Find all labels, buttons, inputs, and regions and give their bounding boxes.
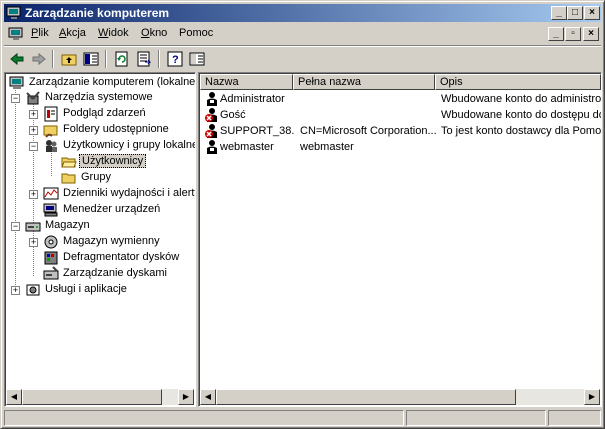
services-icon bbox=[26, 284, 40, 296]
export-list-icon bbox=[137, 51, 152, 67]
scroll-thumb[interactable] bbox=[22, 389, 162, 405]
collapse-local-users-button[interactable]: − bbox=[29, 142, 38, 151]
disabled-user-icon bbox=[205, 124, 217, 138]
tree-connector bbox=[33, 103, 34, 223]
export-list-button[interactable] bbox=[134, 50, 154, 68]
column-header-description[interactable]: Opis bbox=[435, 74, 601, 90]
status-bar bbox=[4, 410, 601, 427]
back-button[interactable] bbox=[7, 50, 27, 68]
help-button[interactable]: ? bbox=[165, 50, 185, 68]
disk-management-icon bbox=[43, 266, 59, 280]
window-title: Zarządzanie komputerem bbox=[25, 6, 170, 20]
removable-storage-icon bbox=[44, 235, 58, 249]
expand-shared-folders-button[interactable]: + bbox=[29, 126, 38, 135]
svg-text:?: ? bbox=[172, 54, 179, 66]
folder-icon bbox=[61, 173, 76, 184]
mdi-restore-button[interactable]: ▫ bbox=[565, 27, 581, 41]
expand-removable-storage-button[interactable]: + bbox=[29, 238, 38, 247]
show-tree-button[interactable] bbox=[81, 50, 101, 68]
up-folder-icon bbox=[61, 54, 77, 66]
open-folder-icon bbox=[61, 157, 77, 168]
main-window: Zarządzanie komputerem _ □ × Plik Akcja … bbox=[0, 0, 605, 429]
menu-window[interactable]: Okno bbox=[141, 27, 167, 39]
status-panel-secondary bbox=[406, 410, 546, 426]
performance-icon bbox=[43, 187, 59, 200]
title-bar[interactable]: Zarządzanie komputerem _ □ × bbox=[4, 4, 601, 22]
toolbar-separator bbox=[105, 50, 107, 68]
menu-action[interactable]: Akcja bbox=[59, 27, 86, 39]
column-header-name[interactable]: Nazwa bbox=[200, 74, 293, 90]
device-manager-icon bbox=[43, 203, 58, 217]
computer-management-icon bbox=[9, 76, 24, 89]
minimize-button[interactable]: _ bbox=[551, 6, 567, 20]
tree-horizontal-scrollbar[interactable]: ◀ ▶ bbox=[6, 389, 194, 405]
defragmenter-icon bbox=[44, 251, 58, 265]
menu-bar: Plik Akcja Widok Okno Pomoc bbox=[4, 24, 601, 43]
menu-file[interactable]: Plik bbox=[31, 27, 49, 39]
scroll-right-button[interactable]: ▶ bbox=[178, 389, 194, 405]
expand-services-apps-button[interactable]: + bbox=[11, 286, 20, 295]
list-row-support[interactable]: SUPPORT_38... CN=Microsoft Corporation..… bbox=[200, 123, 601, 139]
user-icon bbox=[207, 92, 217, 106]
expand-event-viewer-button[interactable]: + bbox=[29, 110, 38, 119]
users-groups-icon bbox=[46, 140, 57, 152]
up-folder-button[interactable] bbox=[59, 50, 79, 68]
properties-icon bbox=[189, 52, 205, 66]
mdi-minimize-button[interactable]: _ bbox=[548, 27, 564, 41]
mmc-menu-icon[interactable] bbox=[8, 26, 24, 42]
tools-icon bbox=[26, 91, 40, 105]
console-tree[interactable]: Zarządzanie komputerem (lokalne) − Narzę… bbox=[4, 72, 196, 407]
computer-management-icon bbox=[6, 6, 21, 19]
expand-perf-logs-button[interactable]: + bbox=[29, 190, 38, 199]
collapse-storage-button[interactable]: − bbox=[11, 222, 20, 231]
close-button[interactable]: × bbox=[584, 6, 600, 20]
status-panel-tertiary bbox=[548, 410, 601, 426]
refresh-button[interactable] bbox=[112, 50, 132, 68]
show-tree-icon bbox=[83, 52, 99, 66]
shared-folder-icon bbox=[43, 125, 58, 138]
status-panel-main bbox=[4, 410, 404, 426]
storage-icon bbox=[25, 222, 41, 232]
maximize-button[interactable]: □ bbox=[567, 6, 583, 20]
tree-connector bbox=[15, 87, 16, 287]
event-viewer-icon bbox=[44, 106, 58, 122]
toolbar-separator bbox=[52, 50, 54, 68]
list-row-guest[interactable]: Gość Wbudowane konto do dostępu do k bbox=[200, 107, 601, 123]
details-list[interactable]: Nazwa Pełna nazwa Opis Administrator Wbu… bbox=[198, 72, 602, 407]
disabled-user-icon bbox=[205, 108, 217, 122]
list-horizontal-scrollbar[interactable]: ◀ ▶ bbox=[200, 389, 600, 405]
forward-icon bbox=[32, 52, 46, 66]
forward-button[interactable] bbox=[29, 50, 49, 68]
toolbar-separator bbox=[158, 50, 160, 68]
column-header-full-name[interactable]: Pełna nazwa bbox=[293, 74, 435, 90]
collapse-system-tools-button[interactable]: − bbox=[11, 94, 20, 103]
menu-help[interactable]: Pomoc bbox=[179, 27, 213, 39]
help-icon: ? bbox=[167, 51, 183, 67]
scroll-right-button[interactable]: ▶ bbox=[584, 389, 600, 405]
scroll-left-button[interactable]: ◀ bbox=[200, 389, 216, 405]
back-icon bbox=[10, 52, 24, 66]
scroll-thumb[interactable] bbox=[216, 389, 516, 405]
toolbar: ? bbox=[4, 45, 601, 71]
refresh-icon bbox=[115, 51, 128, 67]
tree-connector bbox=[51, 151, 52, 176]
list-row-webmaster[interactable]: webmaster webmaster bbox=[200, 139, 601, 155]
scroll-left-button[interactable]: ◀ bbox=[6, 389, 22, 405]
list-row-administrator[interactable]: Administrator Wbudowane konto do adminis… bbox=[200, 91, 601, 107]
user-icon bbox=[207, 140, 217, 154]
menu-view[interactable]: Widok bbox=[98, 27, 129, 39]
mdi-close-button[interactable]: × bbox=[583, 27, 599, 41]
properties-button[interactable] bbox=[187, 50, 207, 68]
